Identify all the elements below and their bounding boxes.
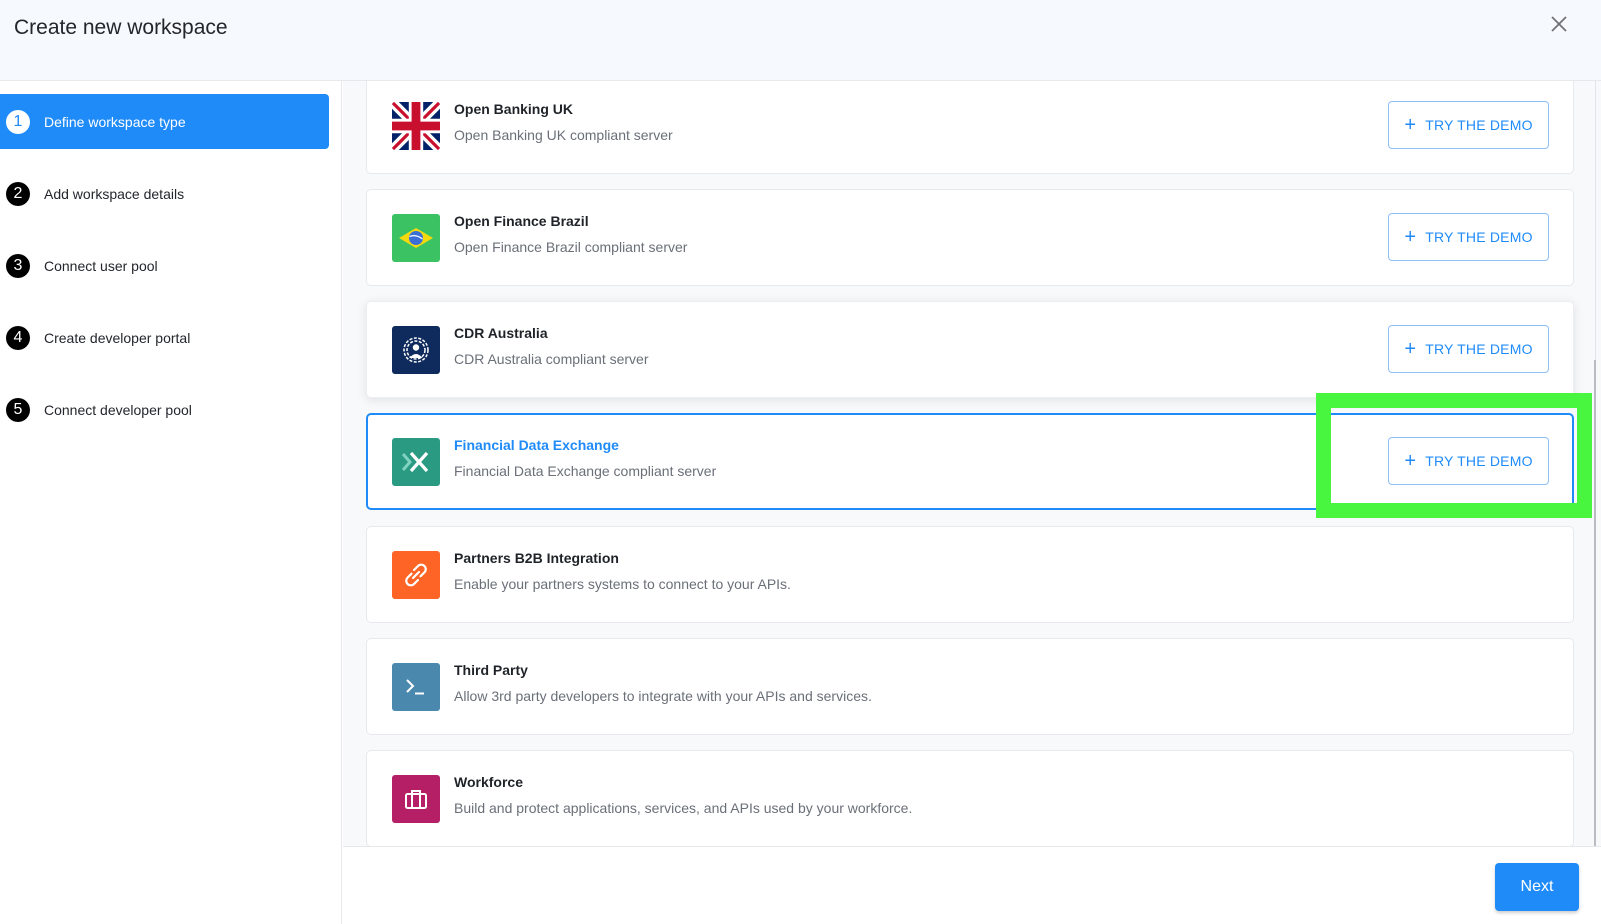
step-label: Create developer portal [44,329,191,346]
modal-footer [343,846,1601,924]
card-title: Open Finance Brazil [454,213,589,229]
workspace-card-third-party[interactable]: Third Party Allow 3rd party developers t… [366,638,1574,735]
scrollbar-thumb[interactable] [1594,360,1596,846]
close-icon [1551,16,1567,32]
step-number: 2 [6,181,30,206]
workspace-card-open-banking-uk[interactable]: Open Banking UK Open Banking UK complian… [366,81,1574,174]
step-number: 3 [6,253,30,278]
workspace-card-open-finance-brazil[interactable]: Open Finance Brazil Open Finance Brazil … [366,189,1574,286]
plus-icon: + [1404,114,1417,136]
steps-sidebar: 1 Define workspace type 2 Add workspace … [0,81,342,924]
card-description: CDR Australia compliant server [454,351,649,367]
card-description: Financial Data Exchange compliant server [454,463,717,479]
uk-flag-icon [392,102,440,150]
next-button[interactable]: Next [1495,863,1579,911]
card-description: Open Banking UK compliant server [454,127,673,143]
workspace-card-workforce[interactable]: Workforce Build and protect applications… [366,750,1574,846]
try-demo-label: TRY THE DEMO [1425,117,1533,133]
terminal-icon [392,663,440,711]
step-define-workspace-type[interactable]: 1 Define workspace type [0,94,329,149]
step-label: Connect developer pool [44,401,192,418]
create-workspace-modal: Create new workspace 1 Define workspace … [0,0,1601,924]
step-number: 4 [6,325,30,350]
workspace-card-financial-data-exchange[interactable]: Financial Data Exchange Financial Data E… [366,413,1574,510]
step-label: Define workspace type [44,113,186,130]
modal-header: Create new workspace [0,0,1601,81]
step-connect-user-pool[interactable]: 3 Connect user pool [0,238,329,293]
try-demo-button[interactable]: + TRY THE DEMO [1388,325,1549,373]
workspace-type-list: Open Banking UK Open Banking UK complian… [343,81,1601,846]
try-demo-label: TRY THE DEMO [1425,341,1533,357]
card-description: Allow 3rd party developers to integrate … [454,688,872,704]
workspace-card-cdr-australia[interactable]: CDR Australia CDR Australia compliant se… [366,301,1574,398]
brazil-flag-icon [392,214,440,262]
try-demo-label: TRY THE DEMO [1425,453,1533,469]
card-title: Third Party [454,662,528,678]
try-demo-button[interactable]: + TRY THE DEMO [1388,101,1549,149]
step-number: 1 [6,109,30,134]
try-demo-label: TRY THE DEMO [1425,229,1533,245]
step-number: 5 [6,397,30,422]
step-label: Add workspace details [44,185,185,202]
briefcase-icon [392,775,440,823]
card-title: Partners B2B Integration [454,550,619,566]
link-icon [392,551,440,599]
cdr-logo-icon [392,326,440,374]
plus-icon: + [1404,226,1417,248]
step-create-developer-portal[interactable]: 4 Create developer portal [0,310,329,365]
card-title: Financial Data Exchange [454,437,619,453]
card-title: Open Banking UK [454,101,574,117]
close-button[interactable] [1548,13,1570,35]
step-add-workspace-details[interactable]: 2 Add workspace details [0,166,329,221]
card-title: CDR Australia [454,325,548,341]
card-description: Enable your partners systems to connect … [454,576,791,592]
card-description: Open Finance Brazil compliant server [454,239,688,255]
step-label: Connect user pool [44,257,158,274]
modal-title: Create new workspace [14,16,228,39]
try-demo-button[interactable]: + TRY THE DEMO [1388,437,1549,485]
try-demo-button[interactable]: + TRY THE DEMO [1388,213,1549,261]
card-description: Build and protect applications, services… [454,800,913,816]
workspace-card-partners-b2b[interactable]: Partners B2B Integration Enable your par… [366,526,1574,623]
plus-icon: + [1404,338,1417,360]
step-connect-developer-pool[interactable]: 5 Connect developer pool [0,382,329,437]
fdx-logo-icon [392,438,440,486]
card-title: Workforce [454,774,523,790]
plus-icon: + [1404,450,1417,472]
